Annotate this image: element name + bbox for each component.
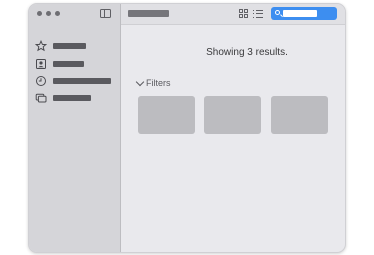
list-view-icon[interactable] — [253, 9, 263, 18]
main-content: Showing 3 results. Filters — [121, 25, 345, 252]
sidebar-item-label — [53, 43, 86, 49]
results-count: Showing 3 results. — [206, 47, 288, 58]
chevron-down-icon — [135, 77, 145, 86]
search-icon — [275, 10, 280, 15]
sidebar-item-collections[interactable] — [35, 92, 117, 104]
toolbar — [121, 4, 345, 25]
sidebar-toggle-icon[interactable] — [100, 9, 111, 18]
app-window: Showing 3 results. Filters — [28, 3, 346, 253]
close-window-button[interactable] — [37, 11, 42, 16]
star-icon — [35, 40, 47, 52]
window-title — [128, 10, 169, 17]
contact-card-icon — [36, 59, 46, 69]
search-field[interactable] — [271, 7, 337, 20]
grid-view-icon[interactable] — [239, 9, 248, 18]
sidebar-item-label — [53, 61, 84, 67]
sidebar-item-contacts[interactable] — [35, 58, 117, 70]
result-card[interactable] — [138, 96, 195, 134]
minimize-window-button[interactable] — [46, 11, 51, 16]
filters-disclosure[interactable]: Filters — [135, 77, 171, 88]
result-card[interactable] — [271, 96, 328, 134]
result-card[interactable] — [204, 96, 261, 134]
sidebar-item-label — [53, 78, 111, 84]
filters-label: Filters — [146, 78, 171, 88]
folders-icon — [35, 93, 47, 103]
clock-icon — [36, 76, 46, 86]
sidebar-item-recents[interactable] — [35, 75, 117, 87]
sidebar-item-favorites[interactable] — [35, 40, 117, 52]
sidebar — [29, 4, 121, 252]
sidebar-item-label — [53, 95, 91, 101]
search-input[interactable] — [283, 10, 317, 17]
zoom-window-button[interactable] — [55, 11, 60, 16]
